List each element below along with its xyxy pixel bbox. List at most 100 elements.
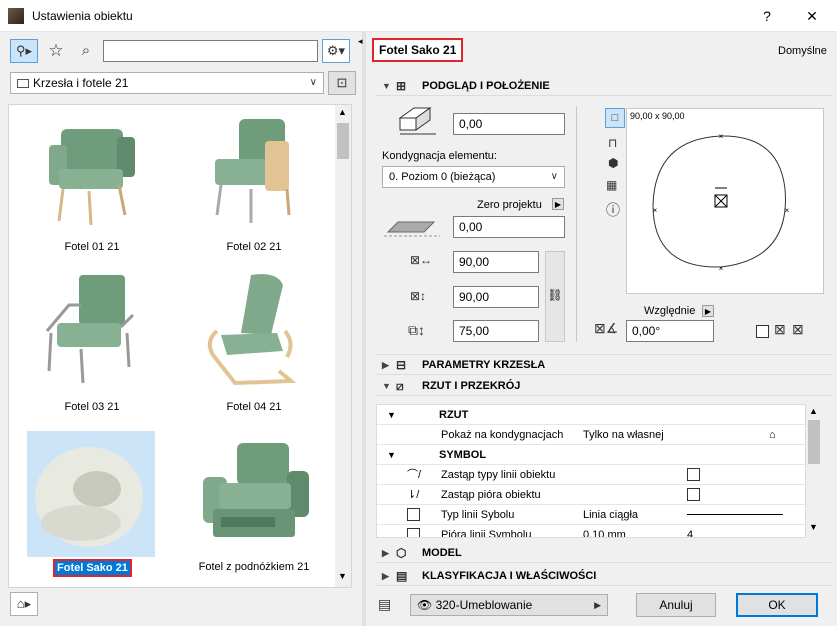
section-model-header: ▶ ⬡ MODEL [376, 543, 832, 563]
search-input[interactable] [103, 40, 318, 62]
thumbnail-fotel-podnozek[interactable] [191, 435, 319, 553]
item-label-fotel-sako: Fotel Sako 21 [53, 559, 132, 577]
override-pens-checkbox[interactable] [687, 488, 700, 501]
defaults-label[interactable]: Domyślne [778, 45, 827, 57]
item-label-fotel-03: Fotel 03 21 [64, 401, 120, 413]
table-row[interactable]: ⌒/ Zastąp typy linii obiektu [377, 465, 805, 485]
chevron-right-icon: ▶ [382, 571, 389, 581]
line-type-checkbox[interactable] [407, 508, 420, 521]
scroll-thumb[interactable] [337, 123, 349, 159]
scroll-up-icon[interactable]: ▲ [338, 107, 347, 117]
armchair-image [203, 443, 309, 537]
section-view-icon[interactable]: ⊓ [608, 136, 617, 150]
mirror-xy-icon[interactable]: ⊠ [792, 321, 804, 338]
relative-label: Względnie [644, 305, 696, 317]
chevron-down-icon: ▼ [387, 410, 396, 420]
window-title: Ustawienia obiektu [32, 9, 133, 23]
show-on-value[interactable]: Tylko na własnej [583, 425, 664, 445]
search-icon[interactable]: ⌕ [72, 39, 100, 63]
favorites-star-icon[interactable]: ☆ [42, 39, 70, 63]
scroll-thumb[interactable] [808, 420, 820, 464]
item-label-fotel-02: Fotel 02 21 [226, 241, 282, 253]
height-icon: ⧉↕ [408, 322, 425, 338]
collapse-arrow-icon[interactable]: ◂ [358, 36, 363, 47]
section-classification[interactable]: ▶ ▤ KLASYFIKACJA I WŁAŚCIWOŚCI [376, 566, 832, 586]
line-type-value[interactable]: Linia ciągła [583, 505, 638, 525]
library-view-icon[interactable]: ⚲▸ [10, 39, 38, 63]
line-type-override-icon: ⌒/ [407, 469, 422, 481]
override-line-types-checkbox[interactable] [687, 468, 700, 481]
chevron-right-icon: ▶ [382, 548, 389, 558]
folder-icon [17, 79, 29, 88]
scroll-down-icon[interactable]: ▼ [338, 571, 347, 581]
width-input[interactable] [453, 251, 539, 273]
section-model[interactable]: ▶ ⬡ MODEL [376, 543, 832, 563]
chevron-down-icon: ∨ [550, 171, 558, 182]
table-row[interactable]: Typ linii Sybolu Linia ciągła [377, 505, 805, 525]
table-scrollbar[interactable]: ▲ ▼ [806, 404, 822, 538]
selected-object-name: Fotel Sako 21 [372, 38, 464, 62]
symbol-group-row[interactable]: ▼ SYMBOL [377, 445, 805, 465]
scroll-up-icon[interactable]: ▲ [809, 406, 818, 416]
svg-text:×: × [785, 206, 790, 215]
pens-number[interactable]: 4 [687, 525, 693, 537]
cancel-button[interactable]: Anuluj [636, 593, 716, 617]
mirror-none-checkbox[interactable] [756, 325, 769, 338]
svg-text:×: × [653, 206, 658, 215]
thumbnail-fotel-sako[interactable] [27, 431, 155, 557]
pens-label: Pióra linii Symbolu [441, 529, 532, 538]
library-scrollbar[interactable]: ▲ ▼ [335, 105, 351, 587]
ok-button[interactable]: OK [736, 593, 818, 617]
beanbag-image [35, 447, 143, 547]
zero-label: Zero projektu [477, 199, 542, 211]
3d-view-icon[interactable]: ⬢ [608, 156, 618, 170]
library-grid: Fotel 01 21 Fotel 02 21 Fotel 03 21 Fote… [8, 104, 352, 588]
settings-gear-icon[interactable]: ⚙▾ [322, 39, 350, 63]
mirror-x-icon[interactable]: ⊠ [774, 321, 786, 338]
info-icon[interactable]: ⓘ [606, 200, 620, 220]
chain-link-icon[interactable]: ⛓ [545, 251, 565, 342]
section-plan-header: ▼ ⧄ RZUT I PRZEKRÓJ [376, 376, 832, 396]
film-icon[interactable]: ▦ [606, 178, 617, 192]
library-folder-label: Krzesła i fotele 21 [33, 76, 129, 90]
pens-value[interactable]: 0,10 mm [583, 525, 626, 537]
close-button[interactable]: ✕ [800, 4, 824, 28]
armchair-image [49, 129, 135, 226]
thumbnail-fotel-02[interactable] [191, 111, 319, 229]
scroll-down-icon[interactable]: ▼ [809, 522, 818, 532]
folder-up-button[interactable]: ⊡ [328, 71, 356, 95]
table-row[interactable]: Pióra linii Symbolu 0,10 mm 4 [377, 525, 805, 538]
angle-input[interactable] [626, 320, 714, 342]
story-dropdown[interactable]: 0. Poziom 0 (bieżąca) ∨ [382, 166, 565, 188]
height-input[interactable] [453, 320, 539, 342]
table-row[interactable]: Pokaż na kondygnacjach Tylko na własnej … [377, 425, 805, 445]
plan-view-icon[interactable]: □ [605, 108, 625, 128]
table-row[interactable]: ⇂/ Zastąp pióra obiektu [377, 485, 805, 505]
thumbnail-fotel-01[interactable] [29, 111, 157, 229]
chevron-down-icon: ▼ [382, 381, 391, 391]
relative-menu-arrow-icon[interactable]: ▶ [702, 305, 714, 317]
item-label-fotel-04: Fotel 04 21 [226, 401, 282, 413]
rzut-header: RZUT [439, 409, 469, 421]
section-chair-params[interactable]: ▶ ⊟ PARAMETRY KRZESŁA [376, 354, 832, 375]
depth-input[interactable] [453, 286, 539, 308]
library-folder-dropdown[interactable]: Krzesła i fotele 21 ∨ [10, 72, 324, 94]
offset-icon [396, 104, 444, 138]
pens-checkbox[interactable] [407, 528, 420, 537]
zero-input[interactable] [453, 216, 565, 238]
zero-menu-arrow-icon[interactable]: ▶ [552, 198, 564, 210]
section-preview[interactable]: ▼ ⊞ PODGLĄD I POŁOŻENIE [376, 76, 832, 96]
stories-icon[interactable]: ⌂ [769, 425, 776, 445]
rzut-group-row[interactable]: ▼ RZUT [377, 405, 805, 425]
library-manager-icon[interactable]: ⌂▸ [10, 592, 38, 616]
layer-dropdown[interactable]: 👁 320-Umeblowanie ▶ [410, 594, 608, 616]
section-plan-section[interactable]: ▼ ⧄ RZUT I PRZEKRÓJ [376, 376, 832, 396]
model-cube-icon: ⬡ [396, 546, 407, 560]
thumbnail-fotel-04[interactable] [191, 271, 319, 389]
thumbnail-fotel-03[interactable] [29, 271, 157, 389]
help-button[interactable]: ? [755, 4, 779, 28]
armchair-image [207, 274, 297, 386]
override-pens-label: Zastąp pióra obiektu [441, 489, 541, 501]
offset-input[interactable] [453, 113, 565, 135]
armchair-image [45, 275, 135, 384]
